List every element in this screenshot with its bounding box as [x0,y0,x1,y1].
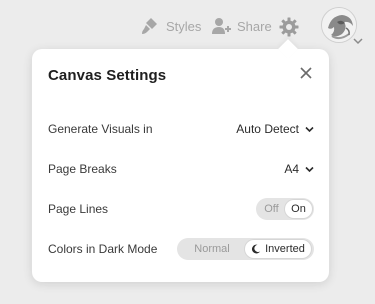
dark-mode-inverted-label: Inverted [265,243,305,255]
avatar[interactable] [321,7,357,43]
setting-row-generate-visuals: Generate Visuals in Auto Detect [48,117,314,141]
page-lines-label: Page Lines [48,202,109,216]
panel-title: Canvas Settings [48,67,167,84]
generate-visuals-value: Auto Detect [236,122,299,136]
dark-mode-toggle[interactable]: Normal Inverted [177,238,314,260]
gear-icon [279,17,299,37]
chevron-down-icon [305,126,314,132]
page-breaks-select[interactable]: A4 [284,162,314,176]
share-button[interactable]: Share [211,14,272,38]
setting-row-dark-mode: Colors in Dark Mode Normal Inverted [48,237,314,261]
page-lines-toggle[interactable]: Off On [256,198,314,220]
brush-icon [142,18,157,34]
top-toolbar: Styles Share [0,0,375,52]
page-lines-on-option[interactable]: On [285,200,312,218]
user-menu[interactable] [321,7,369,49]
styles-label: Styles [166,18,202,34]
add-user-icon [212,18,231,34]
page-breaks-value: A4 [284,162,299,176]
moon-icon [252,244,261,254]
setting-row-page-lines: Page Lines Off On [48,197,314,221]
share-label: Share [237,18,272,34]
generate-visuals-label: Generate Visuals in [48,122,153,136]
close-icon[interactable] [300,67,312,79]
generate-visuals-select[interactable]: Auto Detect [236,122,314,136]
settings-button[interactable] [279,15,299,39]
dark-mode-normal-option[interactable]: Normal [179,240,245,258]
setting-row-page-breaks: Page Breaks A4 [48,157,314,181]
avatar-image [322,8,356,42]
chevron-down-icon [305,166,314,172]
dark-mode-label: Colors in Dark Mode [48,242,158,256]
chevron-down-icon[interactable] [353,37,363,45]
page-lines-off-option[interactable]: Off [258,200,285,218]
styles-button[interactable]: Styles [140,14,201,38]
page-breaks-label: Page Breaks [48,162,117,176]
dark-mode-inverted-option[interactable]: Inverted [245,240,311,258]
canvas-settings-popover: Canvas Settings Generate Visuals in Auto… [32,39,329,282]
